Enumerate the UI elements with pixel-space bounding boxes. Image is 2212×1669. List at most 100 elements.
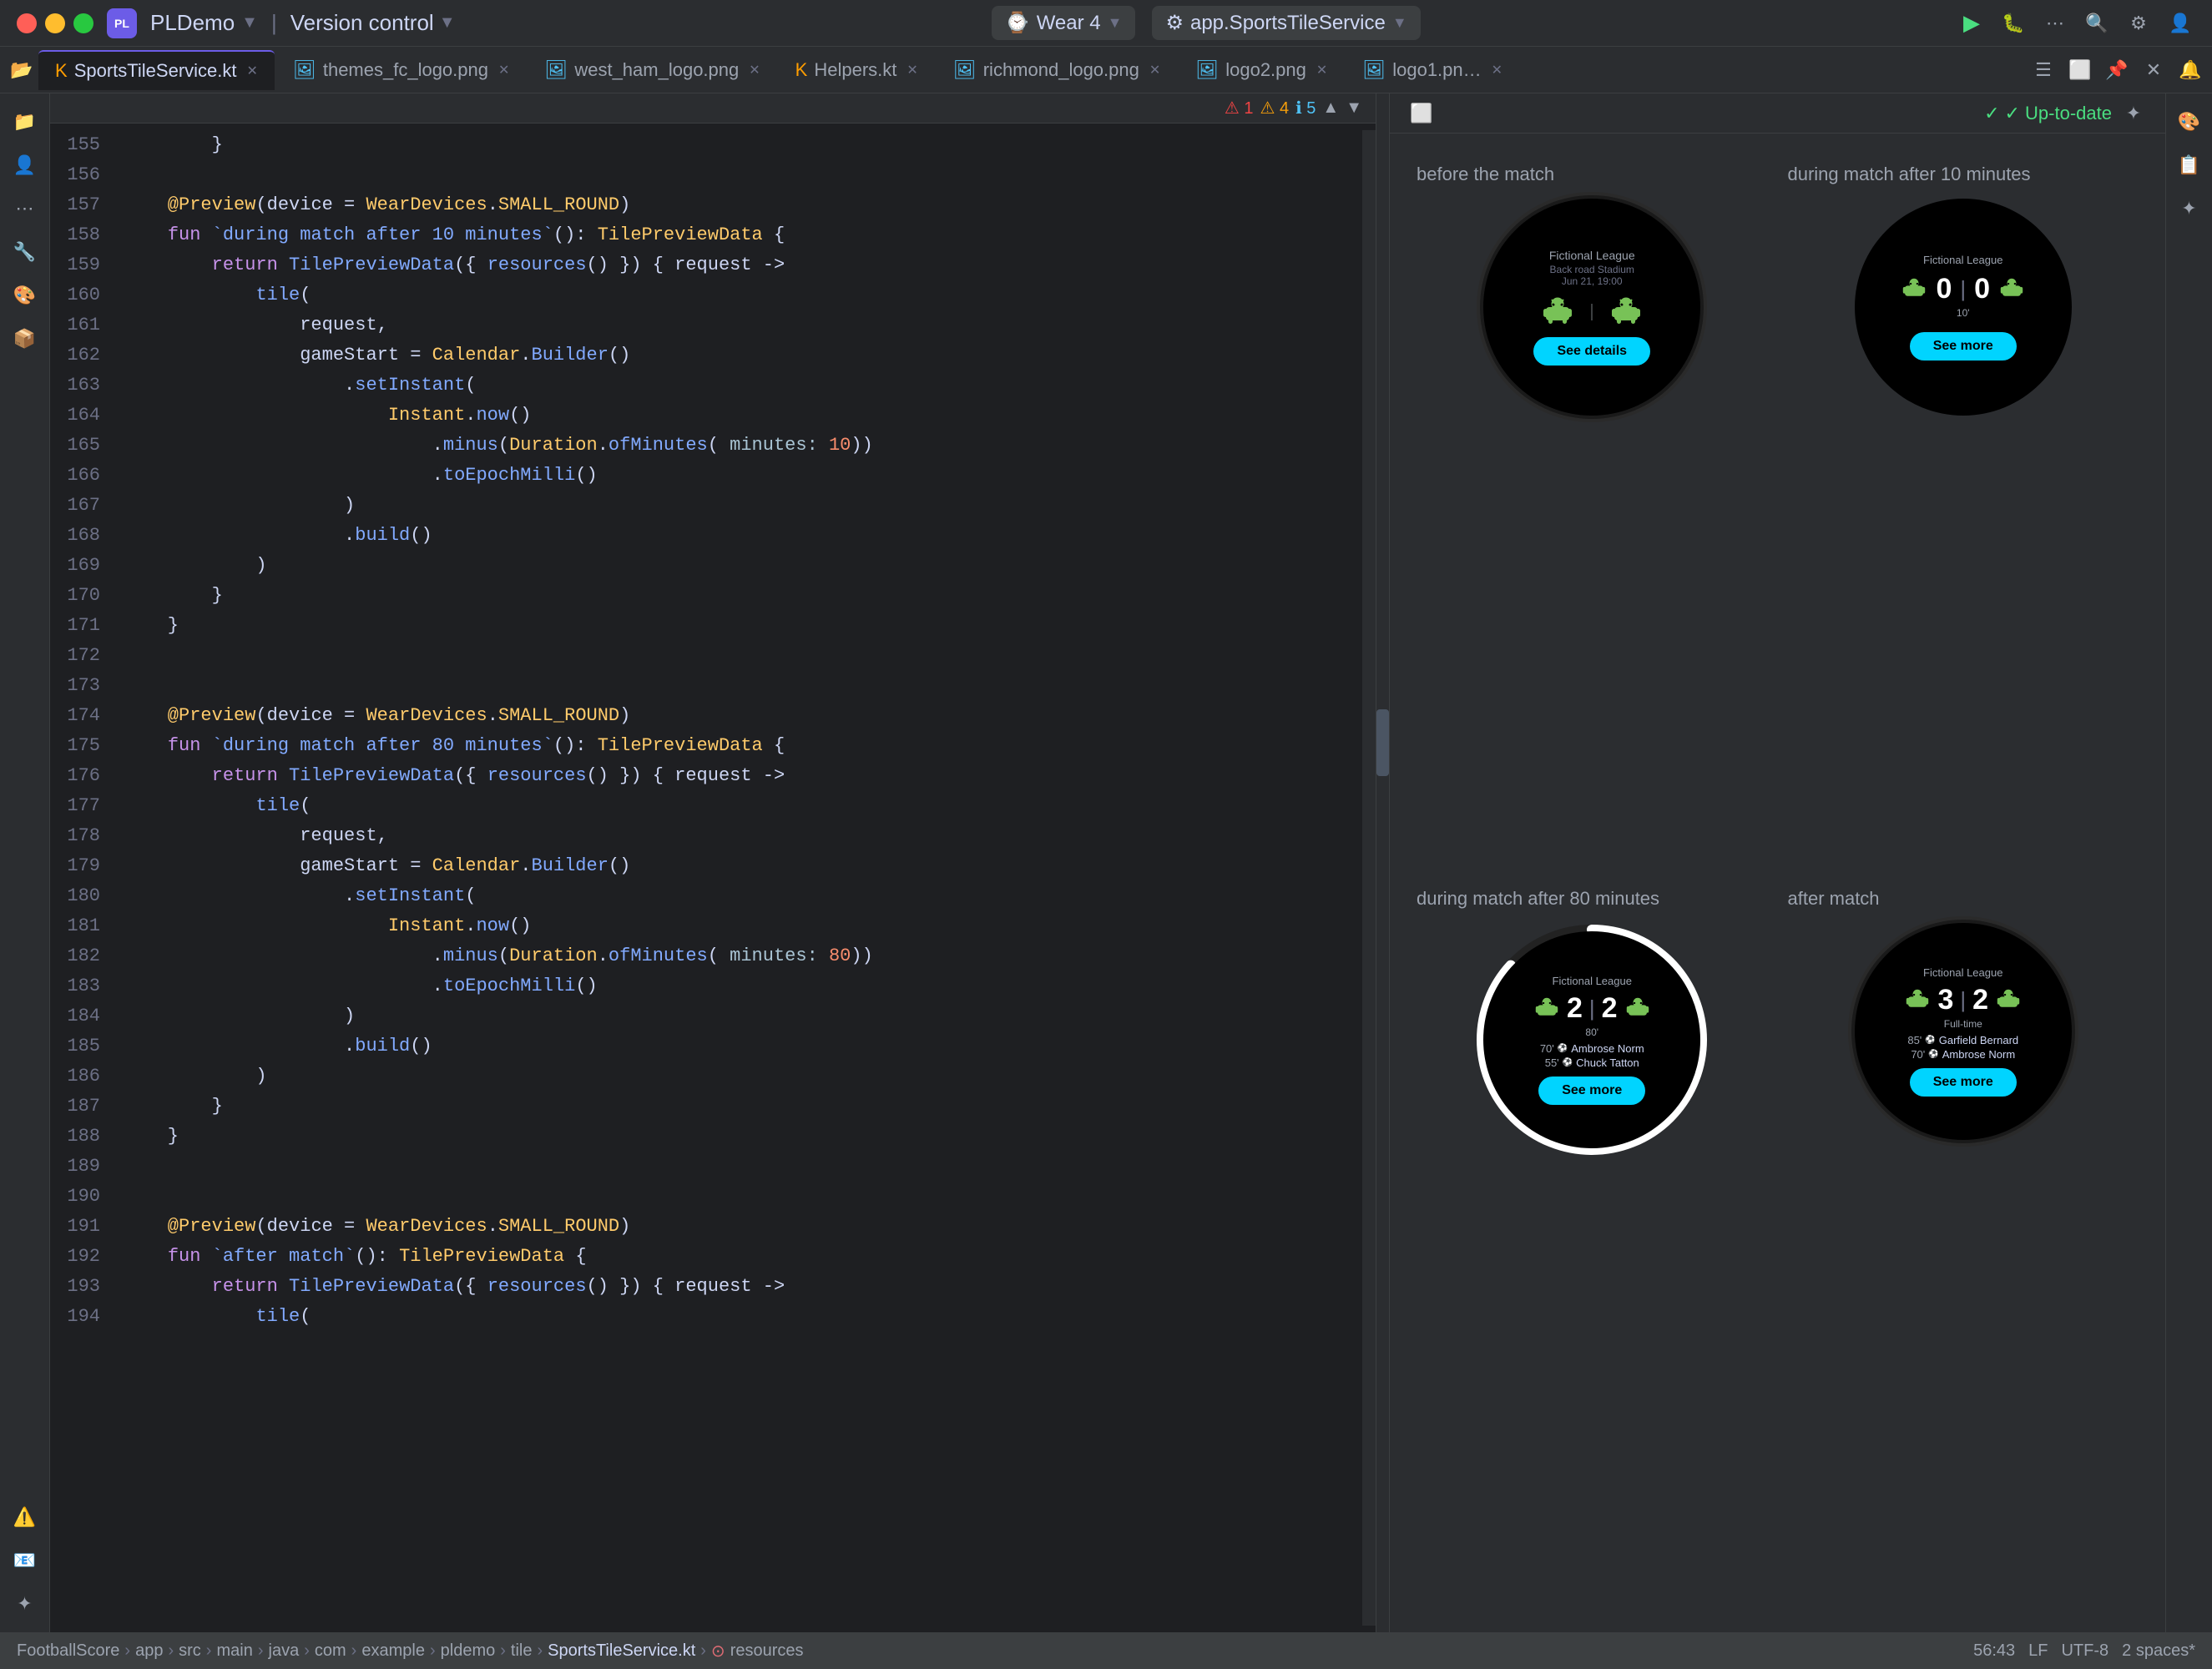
sidebar-ai-icon[interactable]: ✦ xyxy=(7,1586,43,1622)
tab-list-button[interactable]: ☰ xyxy=(2028,55,2058,85)
vertical-scrollbar[interactable] xyxy=(1376,93,1389,1632)
see-details-button[interactable]: See details xyxy=(1533,337,1650,366)
service-selector[interactable]: ⚙ app.SportsTileService ▼ xyxy=(1152,6,1420,40)
notifications-button[interactable]: 🔔 xyxy=(2175,55,2205,85)
match-venue: Back road Stadium xyxy=(1550,264,1634,275)
sidebar-more-icon[interactable]: ⋯ xyxy=(7,190,43,227)
preview-layout-icon[interactable]: ⬜ xyxy=(1406,98,1437,129)
tab-close-icon[interactable]: ✕ xyxy=(1492,62,1502,78)
tab-richmond-logo[interactable]: 🖼 richmond_logo.png ✕ xyxy=(937,50,1177,90)
indent-setting[interactable]: 2 spaces* xyxy=(2122,1641,2195,1661)
sidebar-project-icon[interactable]: 📁 xyxy=(7,103,43,140)
scrollbar-thumb[interactable] xyxy=(1376,709,1389,776)
score-row-80: 2 | 2 xyxy=(1533,992,1651,1025)
close-button[interactable] xyxy=(17,13,37,33)
tab-close-icon[interactable]: ✕ xyxy=(498,62,509,78)
info-count[interactable]: ℹ 5 xyxy=(1295,98,1316,118)
sidebar-notifications-icon[interactable]: 📧 xyxy=(7,1542,43,1579)
tab-close-icon[interactable]: ✕ xyxy=(1149,62,1160,78)
debug-button[interactable]: 🐛 xyxy=(1998,8,2028,38)
preview-header: ⬜ ✓ ✓ Up-to-date ✦ xyxy=(1390,93,2165,134)
code-line-173 xyxy=(117,671,1362,701)
code-scrollbar[interactable] xyxy=(1362,130,1376,1626)
main-layout: 📁 👤 ⋯ 🔧 🎨 📦 ⚠️ 📧 ✦ ⚠ 1 ⚠ 4 ℹ 5 ▲ ▼ 155 1… xyxy=(0,93,2212,1632)
pin-tab-button[interactable]: 📌 xyxy=(2102,55,2132,85)
sidebar-tools-icon[interactable]: 🔧 xyxy=(7,234,43,270)
tab-logo1[interactable]: 🖼 logo1.pn… ✕ xyxy=(1346,50,1519,90)
preview-cell-before-match: before the match Fictional League Back r… xyxy=(1406,150,1778,875)
settings-button[interactable]: ⚙ xyxy=(2124,8,2154,38)
bc-footballscore[interactable]: FootballScore xyxy=(17,1641,119,1661)
split-horizontal-button[interactable]: ⬜ xyxy=(2065,55,2095,85)
tab-west-ham-logo[interactable]: 🖼 west_ham_logo.png ✕ xyxy=(528,50,776,90)
bc-tile[interactable]: tile xyxy=(511,1641,533,1661)
search-button[interactable]: 🔍 xyxy=(2082,8,2112,38)
score-home-80: 2 xyxy=(1567,992,1583,1025)
sidebar-warnings-icon[interactable]: ⚠️ xyxy=(7,1499,43,1535)
bc-resources[interactable]: resources xyxy=(730,1641,804,1661)
close-tab-button[interactable]: ✕ xyxy=(2139,55,2169,85)
right-palette-icon[interactable]: 🎨 xyxy=(2171,103,2208,140)
bc-symbol[interactable]: ⊙ xyxy=(711,1641,725,1661)
scorer-1-80: 70' ⚽ Ambrose Norm xyxy=(1540,1042,1644,1055)
error-count[interactable]: ⚠ 1 xyxy=(1225,98,1254,118)
tab-SportsTileService[interactable]: K SportsTileService.kt ✕ xyxy=(38,50,275,90)
preview-ai-icon[interactable]: ✦ xyxy=(2119,98,2149,129)
code-editor[interactable]: } @Preview(device = WearDevices.SMALL_RO… xyxy=(117,130,1362,1626)
tab-close-icon[interactable]: ✕ xyxy=(749,62,760,78)
sidebar-design-icon[interactable]: 🎨 xyxy=(7,277,43,314)
warnings-expand[interactable]: ▲ xyxy=(1322,98,1339,118)
tab-themes-fc-logo[interactable]: 🖼 themes_fc_logo.png ✕ xyxy=(276,50,526,90)
sidebar-packages-icon[interactable]: 📦 xyxy=(7,320,43,357)
more-actions-button[interactable]: ⋯ xyxy=(2040,8,2070,38)
right-ai-icon[interactable]: ✦ xyxy=(2171,190,2208,227)
bc-src[interactable]: src xyxy=(179,1641,201,1661)
project-dropdown-icon: ▼ xyxy=(241,13,258,33)
bc-app[interactable]: app xyxy=(135,1641,163,1661)
bc-file[interactable]: SportsTileService.kt xyxy=(548,1641,695,1661)
bc-com[interactable]: com xyxy=(315,1641,346,1661)
match-league-after: Fictional League xyxy=(1923,966,2002,979)
tab-helpers[interactable]: K Helpers.kt ✕ xyxy=(779,50,935,90)
tab-logo2[interactable]: 🖼 logo2.png ✕ xyxy=(1179,50,1344,90)
score-divider-10: | xyxy=(1960,276,1966,302)
bc-pldemo[interactable]: pldemo xyxy=(441,1641,496,1661)
code-content[interactable]: 155 156 157 158 159 160 161 162 163 164 … xyxy=(50,124,1376,1632)
right-copy-icon[interactable]: 📋 xyxy=(2171,147,2208,184)
match-league-80: Fictional League xyxy=(1553,975,1632,987)
scorer-2-80: 55' ⚽ Chuck Tatton xyxy=(1545,1056,1639,1069)
code-line-155: } xyxy=(117,130,1362,160)
see-more-button-after[interactable]: See more xyxy=(1910,1068,2017,1097)
run-button[interactable]: ▶ xyxy=(1957,8,1987,38)
minimize-button[interactable] xyxy=(45,13,65,33)
version-control[interactable]: Version control ▼ xyxy=(290,10,456,36)
bc-main[interactable]: main xyxy=(216,1641,252,1661)
preview-panel: ⬜ ✓ ✓ Up-to-date ✦ before the match Fict… xyxy=(1389,93,2165,1632)
kt-file-icon: K xyxy=(795,59,808,81)
status-right: 56:43 LF UTF-8 2 spaces* xyxy=(1973,1641,2195,1661)
profile-button[interactable]: 👤 xyxy=(2165,8,2195,38)
project-tree-toggle[interactable]: 📂 xyxy=(7,55,37,85)
see-more-button-80[interactable]: See more xyxy=(1538,1077,1645,1105)
service-icon: ⚙ xyxy=(1165,11,1184,35)
project-name[interactable]: PLDemo ▼ xyxy=(150,10,258,36)
warnings-collapse[interactable]: ▼ xyxy=(1346,98,1362,118)
right-sidebar: 🎨 📋 ✦ xyxy=(2165,93,2212,1632)
maximize-button[interactable] xyxy=(73,13,93,33)
tab-close-icon[interactable]: ✕ xyxy=(247,63,258,79)
sidebar-commit-icon[interactable]: 👤 xyxy=(7,147,43,184)
breadcrumb: FootballScore › app › src › main › java … xyxy=(17,1641,804,1661)
sidebar: 📁 👤 ⋯ 🔧 🎨 📦 ⚠️ 📧 ✦ xyxy=(0,93,50,1632)
tab-close-icon[interactable]: ✕ xyxy=(1316,62,1327,78)
bc-example[interactable]: example xyxy=(361,1641,425,1661)
scorer-2-after: 70' ⚽ Ambrose Norm xyxy=(1911,1048,2015,1061)
tab-close-icon[interactable]: ✕ xyxy=(907,62,917,78)
device-selector[interactable]: ⌚ Wear 4 ▼ xyxy=(992,6,1136,40)
preview-header-right: ✓ ✓ Up-to-date ✦ xyxy=(1984,98,2149,129)
code-line-162: gameStart = Calendar.Builder() xyxy=(117,340,1362,371)
warning-count[interactable]: ⚠ 4 xyxy=(1260,98,1290,118)
see-more-button-10[interactable]: See more xyxy=(1910,332,2017,361)
code-line-170: } xyxy=(117,581,1362,611)
bc-java[interactable]: java xyxy=(269,1641,300,1661)
match-minute-80: 80' xyxy=(1585,1026,1598,1038)
